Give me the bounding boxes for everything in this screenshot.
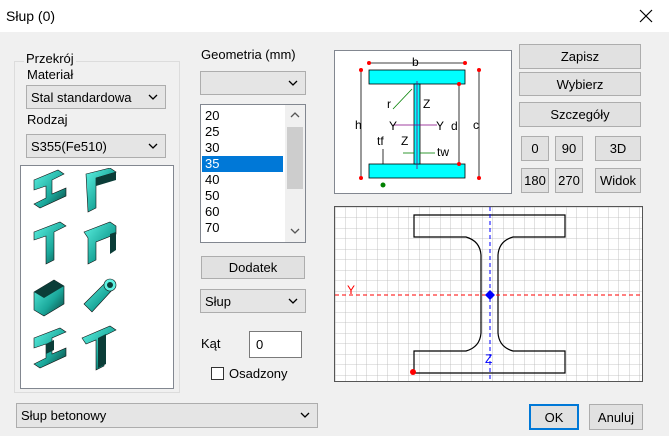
rotate-180-button[interactable]: 180 bbox=[521, 168, 549, 193]
geometry-scrollbar[interactable] bbox=[285, 105, 305, 242]
geometry-list-item[interactable]: 25 bbox=[202, 124, 283, 140]
geometry-select[interactable] bbox=[200, 71, 306, 95]
geometry-list-item[interactable]: 70 bbox=[202, 220, 283, 236]
chevron-down-icon[interactable] bbox=[289, 226, 301, 236]
dim-h-label: h bbox=[355, 118, 362, 132]
profile-double-angle-icon[interactable] bbox=[33, 327, 67, 369]
geometry-list-item[interactable]: 30 bbox=[202, 140, 283, 156]
rotate-0-button[interactable]: 0 bbox=[521, 136, 549, 161]
geometry-list-item[interactable]: 35 bbox=[202, 156, 283, 172]
geometry-list[interactable]: 20 25 30 35 40 50 60 70 bbox=[200, 104, 306, 243]
angle-label: Kąt bbox=[201, 336, 221, 351]
material-select[interactable]: Stal standardowa bbox=[26, 85, 166, 109]
dim-b-label: b bbox=[412, 55, 419, 69]
chevron-down-icon bbox=[148, 94, 158, 100]
geometry-list-item[interactable]: 40 bbox=[202, 172, 283, 188]
profile-double-t-icon[interactable] bbox=[81, 325, 117, 371]
rotate-90-button[interactable]: 90 bbox=[555, 136, 583, 161]
axis-z2-label: Z bbox=[401, 134, 408, 148]
profile-i-icon[interactable] bbox=[33, 169, 67, 209]
material-label: Materiał bbox=[27, 67, 74, 82]
profile-rect-tube-icon[interactable] bbox=[33, 279, 65, 317]
preview-axis-y: Y bbox=[347, 283, 355, 297]
type-label: Rodzaj bbox=[27, 112, 68, 127]
dim-c-label: c bbox=[473, 118, 479, 132]
type-value: S355(Fe510) bbox=[31, 138, 107, 154]
chevron-down-icon bbox=[288, 80, 298, 86]
profile-channel-icon[interactable] bbox=[83, 221, 117, 265]
profile-round-tube-icon[interactable] bbox=[83, 278, 117, 313]
axis-y2-label: Y bbox=[436, 119, 444, 133]
dim-d-label: d bbox=[451, 119, 458, 133]
material-value: Stal standardowa bbox=[31, 89, 132, 105]
dim-tw-label: tw bbox=[437, 145, 449, 159]
add-button[interactable]: Dodatek bbox=[201, 256, 305, 279]
geometry-list-item[interactable]: 60 bbox=[202, 204, 283, 220]
type-select[interactable]: S355(Fe510) bbox=[26, 134, 166, 158]
profile-t-icon[interactable] bbox=[33, 221, 67, 265]
embedded-label: Osadzony bbox=[229, 366, 288, 381]
window-title: Słup (0) bbox=[6, 8, 56, 24]
cancel-button[interactable]: Anuluj bbox=[589, 404, 643, 430]
element-type-value: Słup betonowy bbox=[21, 408, 107, 423]
rotate-270-button[interactable]: 270 bbox=[555, 168, 583, 193]
element-select[interactable]: Słup bbox=[200, 289, 306, 313]
geometry-list-item[interactable]: 20 bbox=[202, 108, 283, 124]
chevron-down-icon bbox=[300, 412, 310, 418]
ok-button[interactable]: OK bbox=[529, 404, 579, 430]
chevron-up-icon[interactable] bbox=[289, 110, 301, 120]
preview-axis-z: Z bbox=[485, 352, 492, 366]
save-button[interactable]: Zapisz bbox=[519, 44, 641, 69]
embedded-checkbox[interactable] bbox=[211, 367, 224, 380]
geometry-list-item[interactable]: 50 bbox=[202, 188, 283, 204]
details-button[interactable]: Szczegóły bbox=[519, 102, 641, 127]
dim-r-label: r bbox=[387, 97, 391, 111]
close-icon bbox=[639, 9, 653, 23]
axis-z-label: Z bbox=[423, 97, 430, 111]
choose-button[interactable]: Wybierz bbox=[519, 72, 641, 96]
element-select-value: Słup bbox=[205, 293, 232, 309]
profile-angle-icon[interactable] bbox=[85, 168, 117, 213]
title-bar bbox=[0, 0, 669, 32]
axis-y-label: Y bbox=[389, 119, 397, 133]
close-button[interactable] bbox=[623, 0, 669, 32]
geometry-label: Geometria (mm) bbox=[199, 47, 298, 62]
section-diagram-drawing: b h c d r Z Y Y Z tf tw bbox=[355, 55, 481, 188]
profile-icons bbox=[33, 168, 117, 371]
section-group-label: Przekrój bbox=[24, 51, 76, 66]
view-3d-button[interactable]: 3D bbox=[595, 136, 641, 161]
scrollbar-thumb[interactable] bbox=[287, 127, 303, 189]
view-button[interactable]: Widok bbox=[595, 168, 641, 193]
element-type-select[interactable]: Słup betonowy bbox=[16, 403, 318, 428]
dim-tf-label: tf bbox=[377, 134, 384, 148]
chevron-down-icon bbox=[288, 298, 298, 304]
angle-input[interactable]: 0 bbox=[249, 331, 302, 358]
chevron-down-icon bbox=[148, 143, 158, 149]
preview-drawing: Y Z bbox=[335, 207, 642, 381]
